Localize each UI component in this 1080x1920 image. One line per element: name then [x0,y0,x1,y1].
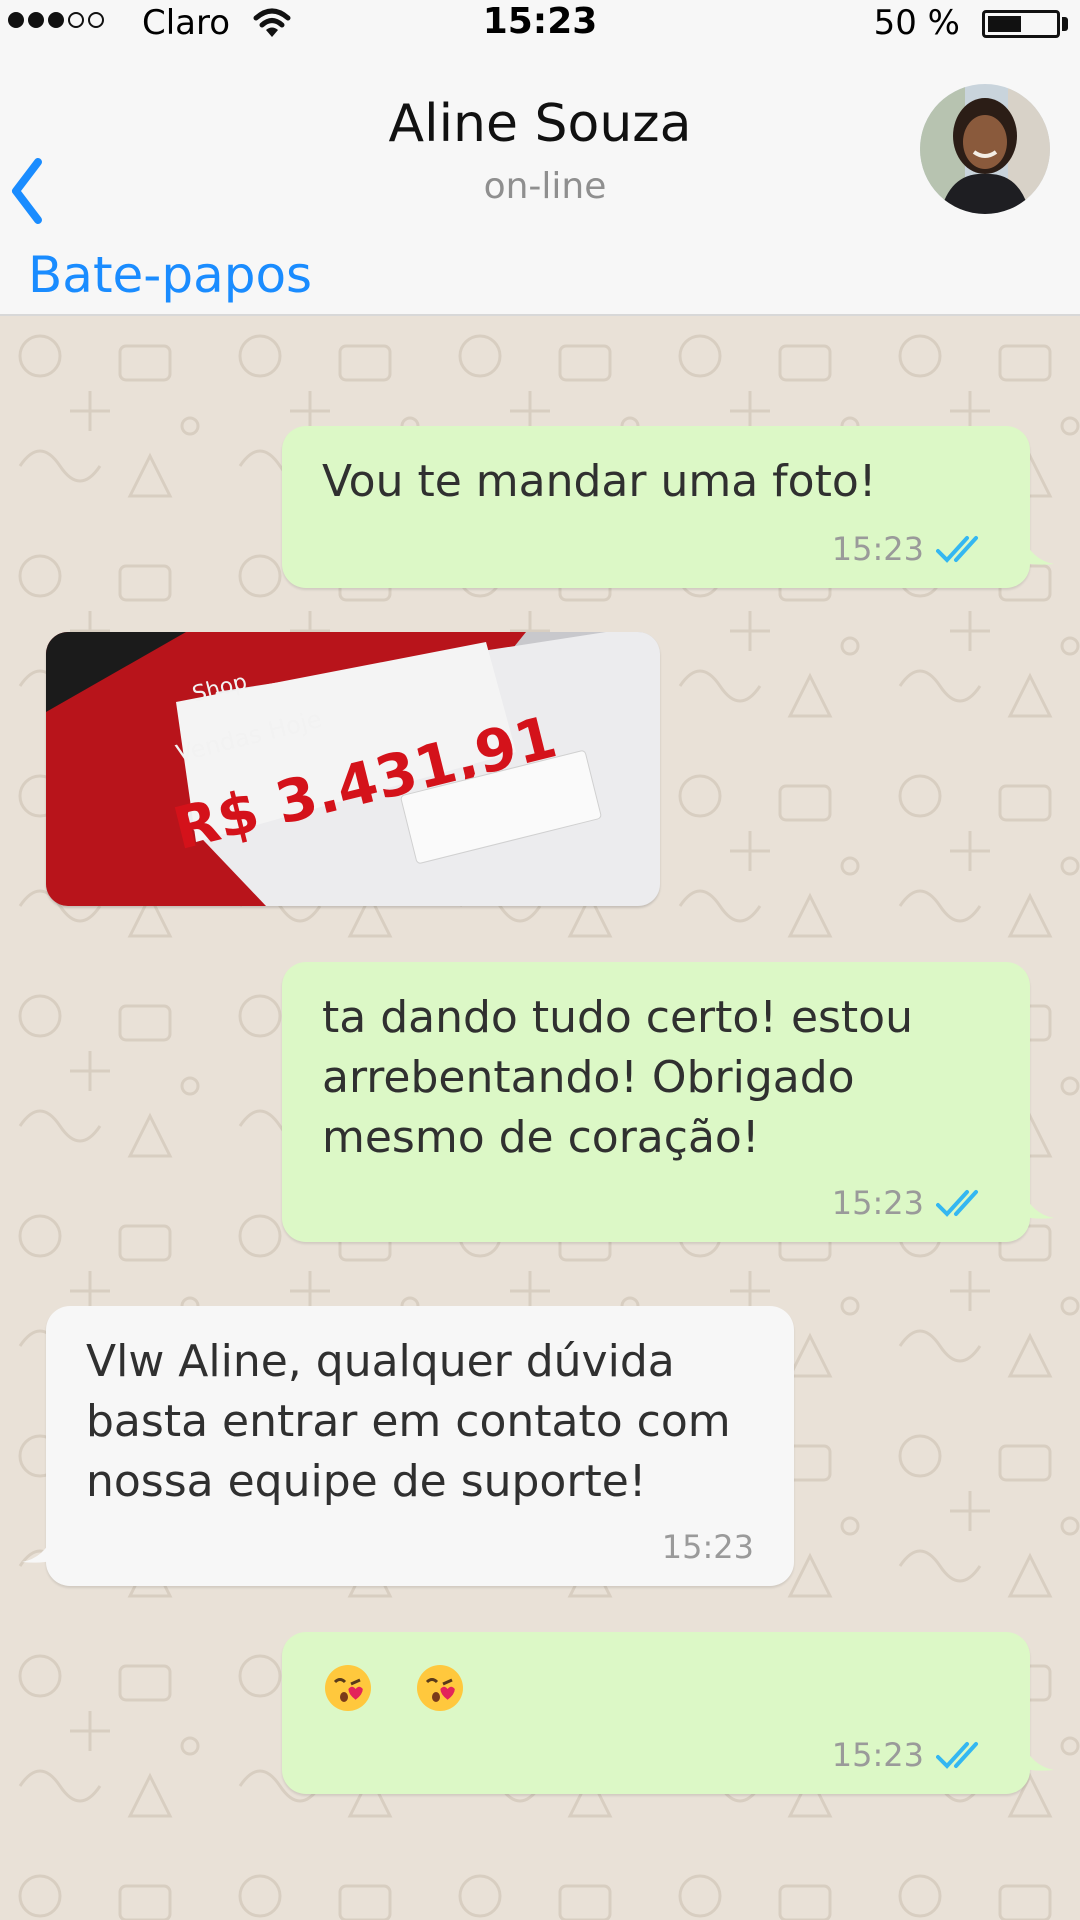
double-check-read-icon [936,1742,978,1769]
message-meta: 15:23 [832,1184,990,1222]
kissing-face-with-heart-icon [417,1665,463,1711]
message-text: Vlw Aline, qualquer dúvida basta entrar … [86,1336,731,1507]
bubble-tail [1022,1742,1054,1771]
avatar-photo [920,84,1050,214]
status-bar: Claro 15:23 50 % [0,0,1080,46]
bubble-tail [1022,1190,1054,1219]
message-meta: 15:23 [832,530,990,568]
battery-percent: 50 % [873,3,960,43]
chat-header: Bate-papos Aline Souza on-line [0,46,1080,316]
message-time: 15:23 [661,1528,754,1566]
contact-status: on-line [483,166,607,207]
message-text: ta dando tudo certo! estou arrebentando!… [322,992,913,1163]
battery-icon [982,10,1060,38]
message-time: 15:23 [831,1736,924,1774]
message-time: 15:23 [831,530,924,568]
message-meta: 15:23 [662,1528,754,1566]
image-message[interactable]: Shop Vendas Hoje R$ 3.431,91 [46,632,660,906]
chevron-left-icon [12,158,42,224]
bubble-tail [22,1534,54,1563]
message-bubble-outgoing[interactable]: ta dando tudo certo! estou arrebentando!… [282,962,1054,1242]
message-bubble-incoming[interactable]: Vlw Aline, qualquer dúvida basta entrar … [22,1306,794,1586]
sales-dashboard-photo: Shop Vendas Hoje R$ 3.431,91 [46,632,660,906]
message-bubble-outgoing[interactable]: 15:23 [282,1632,1054,1794]
message-text: Vou te mandar uma foto! [322,456,877,507]
message-bubble-outgoing[interactable]: Vou te mandar uma foto! 15:23 [282,426,1054,588]
battery-tip [1062,17,1068,31]
message-time: 15:23 [831,1184,924,1222]
back-label: Bate-papos [28,246,313,304]
message-meta: 15:23 [832,1736,990,1774]
battery-level [988,16,1021,32]
contact-avatar[interactable] [920,84,1050,214]
bubble-tail [1022,536,1054,565]
double-check-read-icon [936,536,978,563]
kissing-face-with-heart-icon [325,1665,371,1711]
chat-area[interactable]: Vou te mandar uma foto! 15:23 Shop Venda… [0,316,1080,1920]
double-check-read-icon [936,1190,978,1217]
emoji-row [322,1662,990,1714]
contact-name[interactable]: Aline Souza [0,94,1080,154]
